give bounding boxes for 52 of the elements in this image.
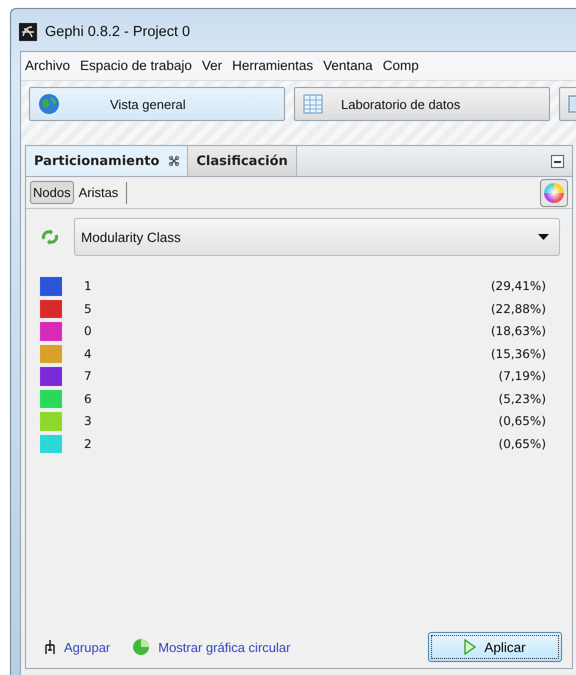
workspace-button[interactable]: Vista general (29, 87, 285, 121)
partition-label: 1 (84, 279, 93, 294)
color-swatch[interactable] (40, 322, 62, 340)
partition-label: 5 (84, 302, 93, 316)
partition-percent: (29,41%) (490, 279, 546, 294)
menu-item[interactable]: Espacio de trabajo (80, 58, 192, 73)
sub-tab[interactable]: Nodos (30, 181, 74, 204)
panel-tab[interactable]: Particionamiento (26, 146, 188, 176)
refresh-icon[interactable] (40, 227, 60, 247)
sub-tab[interactable]: Aristas (76, 181, 122, 204)
dropdown-arrow-icon (538, 234, 549, 240)
partition-percent: (0,65%) (498, 436, 546, 451)
menu-item[interactable]: Ventana (323, 58, 373, 73)
partition-label: 3 (84, 414, 93, 428)
pie-chart-icon (132, 638, 150, 656)
globe-icon (38, 93, 60, 115)
app-logo-icon (19, 23, 37, 41)
color-swatch[interactable] (40, 300, 62, 318)
pie-chart-link[interactable]: Mostrar gráfica circular (158, 640, 290, 654)
partition-label: 0 (84, 324, 93, 338)
menu-item[interactable]: Ver (202, 58, 222, 73)
partition-label: 6 (84, 392, 93, 406)
partition-percent: (22,88%) (490, 302, 546, 316)
partition-label: 4 (84, 346, 93, 361)
workspace-button[interactable]: Laboratorio de datos (294, 87, 550, 121)
menu-item[interactable]: Archivo (25, 58, 70, 73)
color-swatch[interactable] (40, 390, 62, 408)
color-swatch[interactable] (40, 412, 62, 430)
menu-item[interactable]: Herramientas (232, 58, 314, 73)
partition-label: 2 (84, 436, 93, 451)
partition-percent: (7,19%) (498, 369, 546, 384)
apply-button[interactable]: Aplicar (428, 632, 562, 662)
menu-item[interactable]: Comp (382, 58, 419, 73)
play-icon (464, 639, 476, 655)
group-icon (44, 639, 56, 655)
panel-tab[interactable]: Clasificación (188, 146, 297, 176)
partition-percent: (0,65%) (498, 414, 546, 428)
partition-percent: (15,36%) (490, 346, 546, 361)
color-swatch[interactable] (40, 277, 62, 296)
minimize-icon[interactable] (551, 154, 564, 168)
color-swatch[interactable] (40, 434, 62, 453)
partition-dropdown[interactable]: Modularity Class (74, 218, 560, 256)
partition-label: 7 (84, 369, 93, 384)
color-swatch[interactable] (40, 344, 62, 363)
partition-percent: (18,63%) (490, 324, 546, 338)
color-swatch[interactable] (40, 367, 62, 386)
partition-percent: (5,23%) (498, 392, 546, 406)
color-palette-button[interactable] (540, 178, 568, 206)
group-link[interactable]: Agrupar (64, 640, 110, 654)
table-icon (303, 94, 323, 114)
window-title: Gephi 0.8.2 - Project 0 (45, 24, 190, 40)
close-icon[interactable] (169, 156, 180, 166)
